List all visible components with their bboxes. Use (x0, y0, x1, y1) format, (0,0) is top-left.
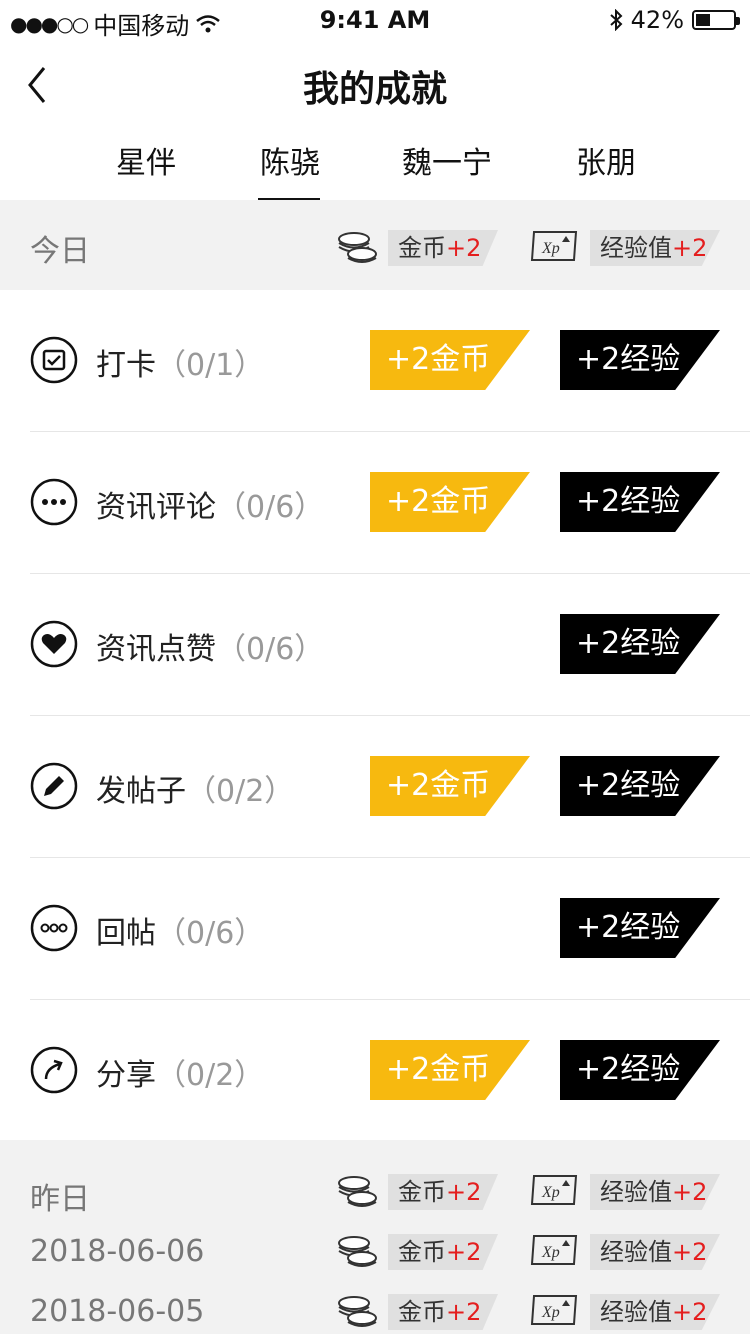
history-row[interactable]: 昨日 金币+2 Xp 经验值+2 (0, 1162, 750, 1222)
battery-icon (692, 10, 740, 30)
nav-bar: 我的成就 (0, 40, 750, 130)
coin-plus: +2 (446, 234, 482, 262)
coin-reward-badge: +2金币 (370, 756, 530, 816)
coin-stack-icon (338, 1236, 377, 1267)
history-date: 2018-06-06 (30, 1234, 205, 1269)
tab-bar: 星伴 陈骁 魏一宁 张朋 (0, 130, 750, 201)
coin-reward-badge: +2金币 (370, 472, 530, 532)
history-date: 昨日 (30, 1182, 90, 1217)
task-label: 分享（0/2） (96, 1058, 265, 1093)
task-row-news-comment[interactable]: 资讯评论（0/6） +2金币 +2经验 (0, 432, 750, 574)
xp-plus: +2 (672, 234, 708, 262)
task-label: 回帖（0/6） (96, 916, 265, 951)
task-list: 打卡（0/1） +2金币 +2经验 资讯评论（0/6） +2金币 +2经验 资讯… (0, 290, 750, 1142)
comment-icon (30, 478, 78, 526)
history-date: 2018-06-05 (30, 1294, 205, 1329)
calendar-check-icon (30, 336, 78, 384)
bluetooth-icon (609, 9, 623, 31)
xp-reward-badge: +2经验 (560, 330, 720, 390)
history-coin-chip: 金币+2 (388, 1294, 498, 1330)
coin-stack-icon (338, 1176, 377, 1207)
xp-reward-badge: +2经验 (560, 898, 720, 958)
page-title: 我的成就 (302, 69, 447, 110)
xp-ticket-icon: Xp (530, 1235, 578, 1265)
status-right: 42% (609, 6, 740, 34)
task-label: 资讯评论（0/6） (96, 490, 325, 525)
tab-weiyining[interactable]: 魏一宁 (402, 138, 492, 182)
xp-reward-badge: +2经验 (560, 1040, 720, 1100)
history-xp-chip: 经验值+2 (590, 1294, 720, 1330)
coin-reward-badge: +2金币 (370, 330, 530, 390)
history-row[interactable]: 2018-06-05 金币+2 Xp 经验值+2 (0, 1282, 750, 1342)
today-xp-chip: 经验值+2 (590, 230, 720, 266)
coin-reward-badge: +2金币 (370, 1040, 530, 1100)
today-summary: 今日 金币+2 Xp 经验值+2 (0, 200, 750, 290)
tab-chenxiao[interactable]: 陈骁 (260, 138, 320, 182)
svg-text:Xp: Xp (541, 240, 560, 257)
battery-percent: 42% (630, 6, 684, 34)
xp-ticket-icon: Xp (530, 1175, 578, 1205)
task-row-share[interactable]: 分享（0/2） +2金币 +2经验 (0, 1000, 750, 1142)
xp-ticket-icon: Xp (530, 1295, 578, 1325)
coin-label: 金币 (398, 234, 446, 262)
history-coin-chip: 金币+2 (388, 1234, 498, 1270)
task-row-news-like[interactable]: 资讯点赞（0/6） +2经验 (0, 574, 750, 716)
task-label: 打卡（0/1） (96, 348, 265, 383)
history-xp-chip: 经验值+2 (590, 1234, 720, 1270)
history-row[interactable]: 2018-06-06 金币+2 Xp 经验值+2 (0, 1222, 750, 1282)
xp-reward-badge: +2经验 (560, 472, 720, 532)
tab-zhangpeng[interactable]: 张朋 (576, 138, 636, 182)
task-label: 发帖子（0/2） (96, 774, 295, 809)
task-row-post[interactable]: 发帖子（0/2） +2金币 +2经验 (0, 716, 750, 858)
today-coin-chip: 金币+2 (388, 230, 498, 266)
status-bar: ●●●○○ 中国移动 9:41 AM 42% (0, 0, 750, 40)
tab-xingban[interactable]: 星伴 (116, 138, 176, 182)
coin-stack-icon (338, 232, 377, 263)
history-coin-chip: 金币+2 (388, 1174, 498, 1210)
task-row-checkin[interactable]: 打卡（0/1） +2金币 +2经验 (0, 290, 750, 432)
task-label: 资讯点赞（0/6） (96, 632, 325, 667)
pencil-icon (30, 762, 78, 810)
xp-reward-badge: +2经验 (560, 614, 720, 674)
share-icon (30, 1046, 78, 1094)
xp-reward-badge: +2经验 (560, 756, 720, 816)
xp-ticket-icon: Xp (530, 231, 578, 261)
svg-text:Xp: Xp (541, 1244, 560, 1261)
coin-stack-icon (338, 1296, 377, 1327)
history-xp-chip: 经验值+2 (590, 1174, 720, 1210)
svg-text:Xp: Xp (541, 1304, 560, 1321)
reply-icon (30, 904, 78, 952)
today-label: 今日 (30, 234, 90, 269)
xp-label: 经验值 (600, 234, 672, 262)
history-section: 昨日 金币+2 Xp 经验值+2 2018-06-06 金币+2 Xp 经验值+… (0, 1140, 750, 1334)
svg-text:Xp: Xp (541, 1184, 560, 1201)
task-row-reply[interactable]: 回帖（0/6） +2经验 (0, 858, 750, 1000)
heart-icon (30, 620, 78, 668)
